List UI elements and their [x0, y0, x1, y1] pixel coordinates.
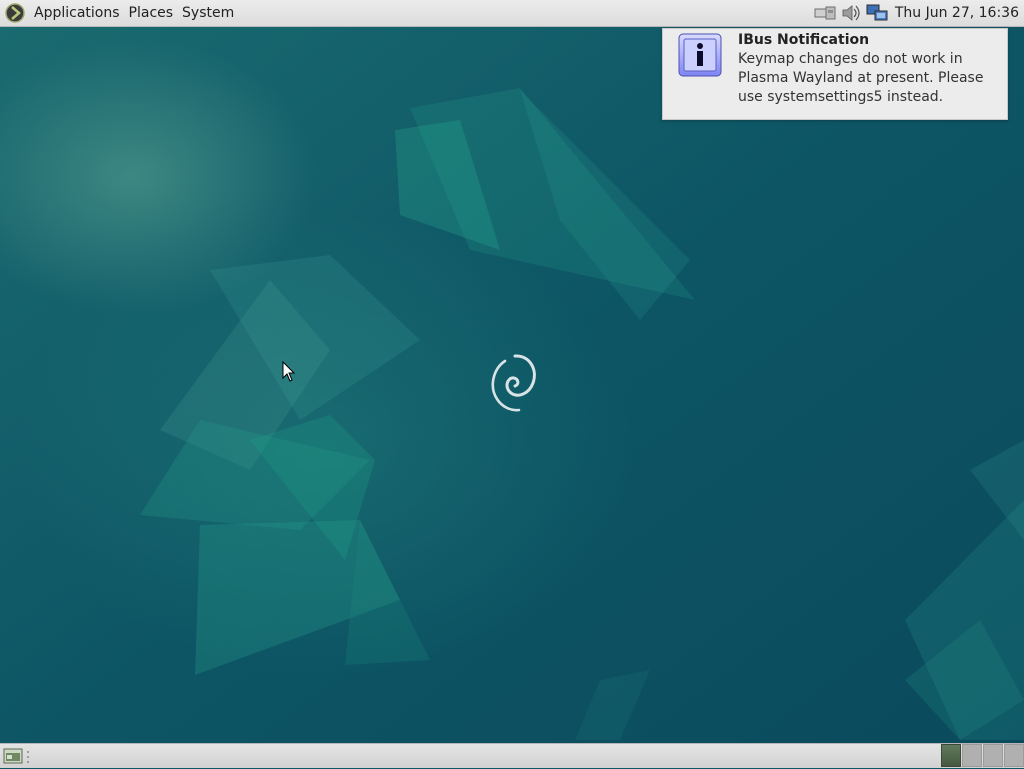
- workspace-switcher: [940, 744, 1024, 768]
- volume-icon[interactable]: [839, 2, 863, 24]
- places-menu[interactable]: Places: [125, 0, 178, 27]
- system-menu[interactable]: System: [178, 0, 238, 27]
- notification-title: IBus Notification: [738, 32, 870, 48]
- mouse-cursor-icon: [282, 361, 296, 382]
- workspace-1[interactable]: [941, 744, 961, 767]
- panel-grip-handle[interactable]: [26, 749, 30, 763]
- workspace-2[interactable]: [962, 744, 982, 767]
- network-display-icon[interactable]: [865, 2, 889, 24]
- workspace-3[interactable]: [983, 744, 1003, 767]
- bottom-panel: [0, 743, 1024, 768]
- top-panel: Applications Places System Thu Jun 27, 1…: [0, 0, 1024, 27]
- workspace-4[interactable]: [1004, 744, 1024, 767]
- ibus-notification[interactable]: IBus Notification Keymap changes do not …: [662, 28, 1008, 120]
- info-icon: [678, 33, 722, 77]
- notification-body: Keymap changes do not work in Plasma Way…: [738, 51, 984, 105]
- debian-menu-icon[interactable]: [5, 3, 25, 23]
- debian-swirl-logo: [491, 354, 536, 412]
- network-wired-icon[interactable]: [813, 2, 837, 24]
- clock[interactable]: Thu Jun 27, 16:36: [895, 5, 1019, 21]
- show-desktop-icon[interactable]: [3, 747, 23, 765]
- applications-menu[interactable]: Applications: [30, 0, 124, 27]
